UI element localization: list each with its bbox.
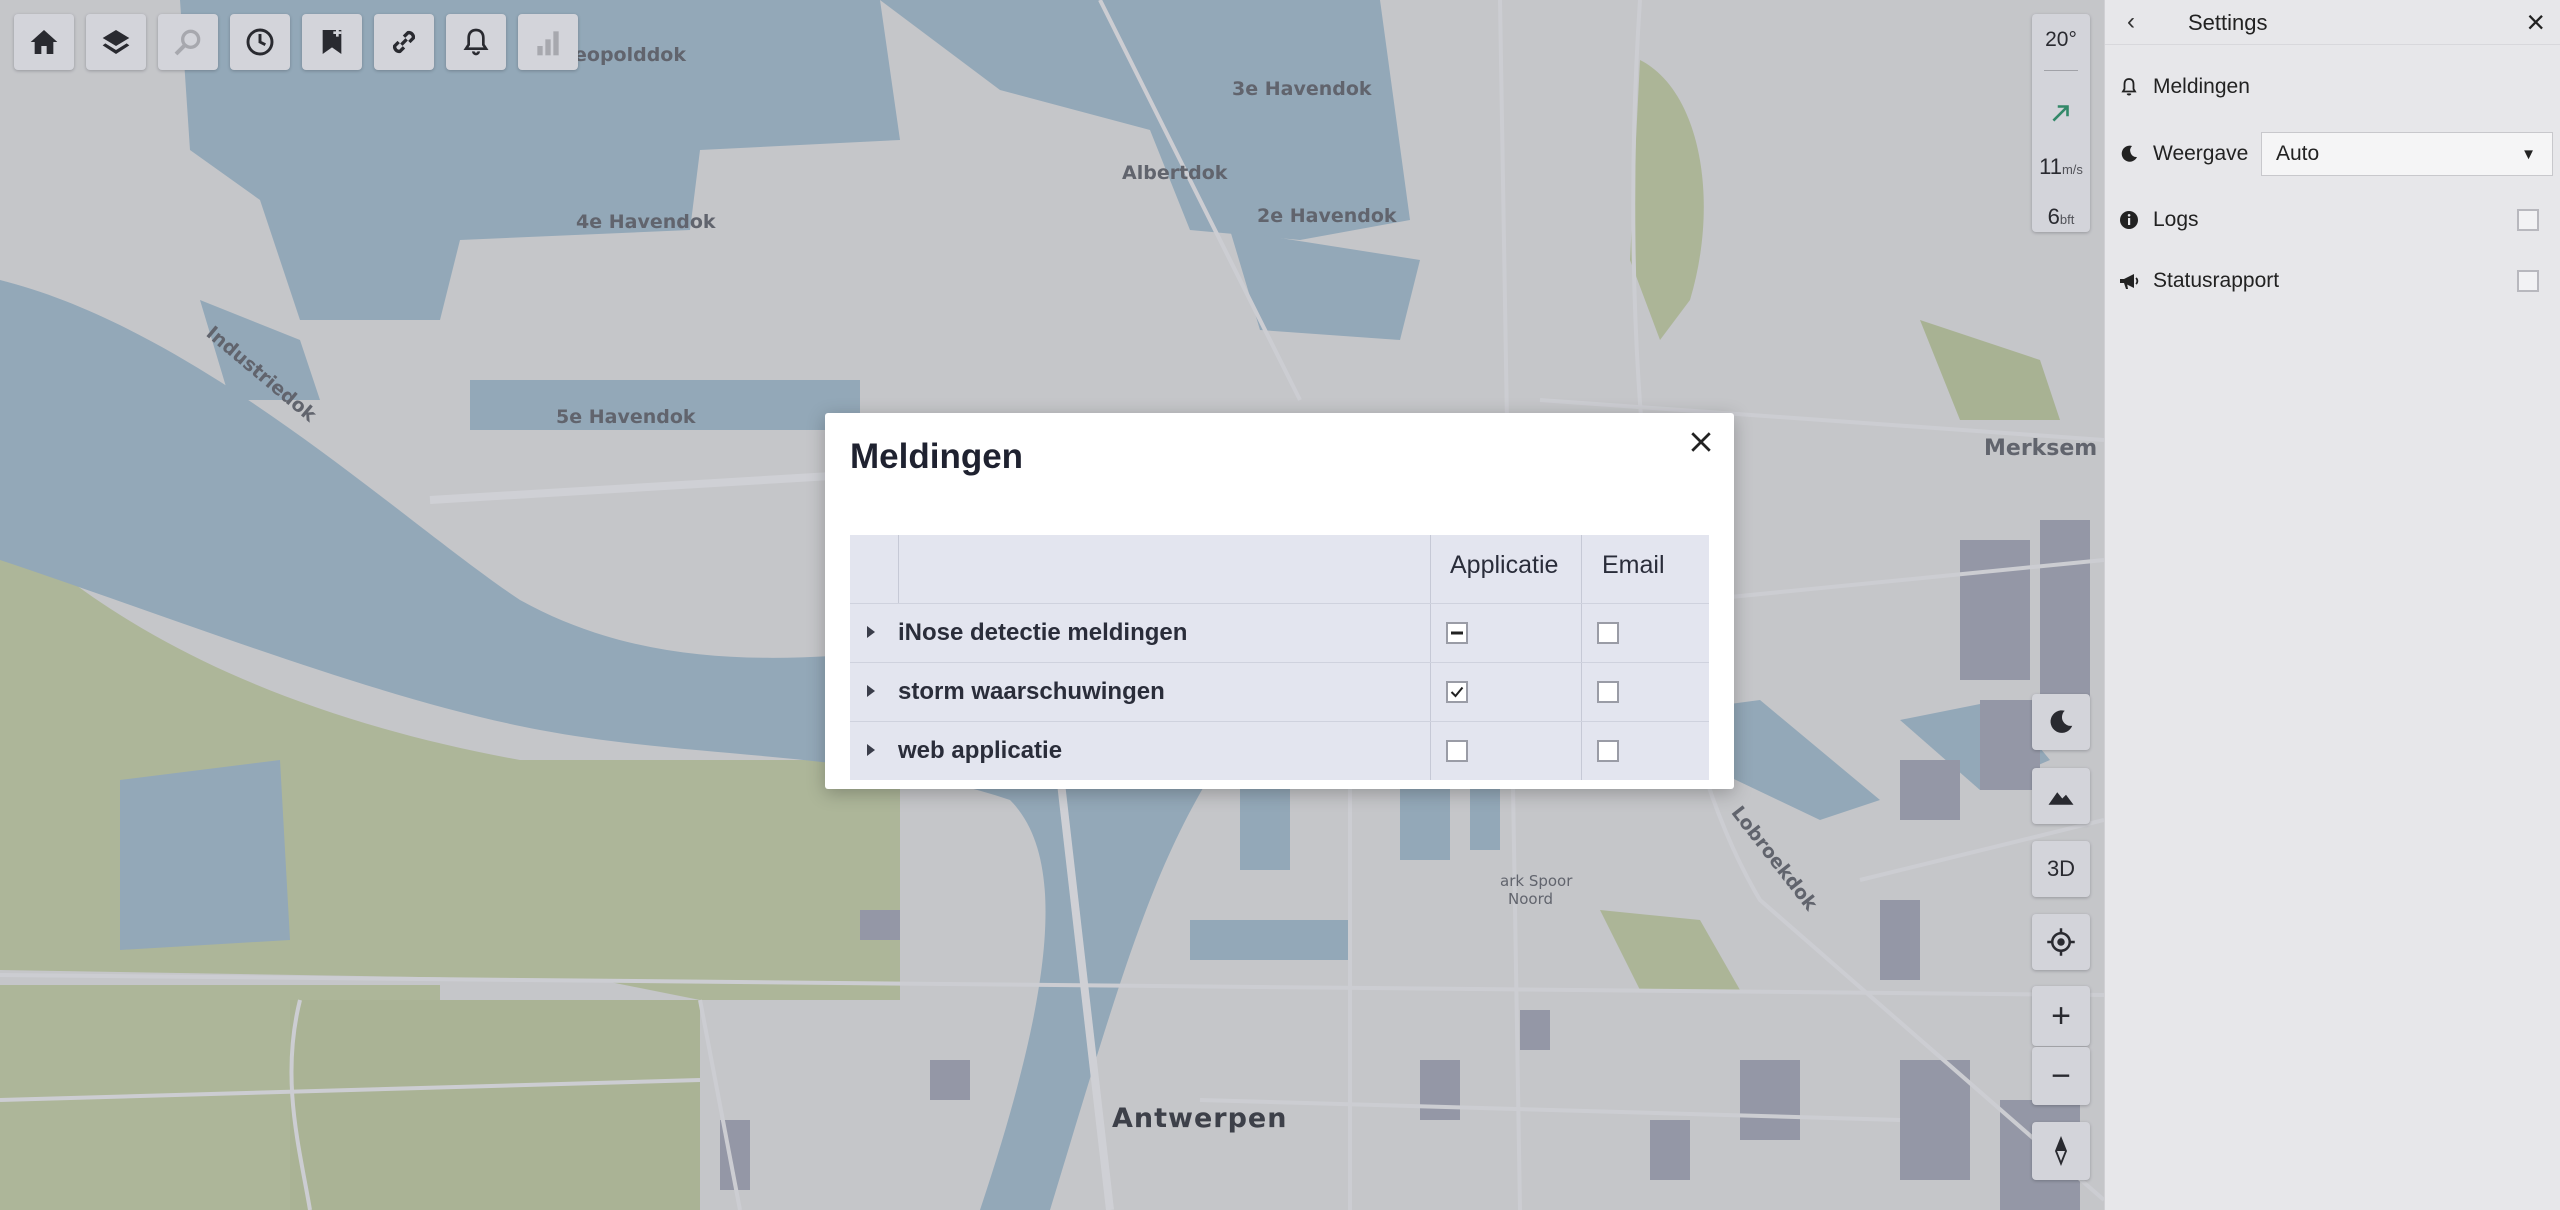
table-row: iNose detectie meldingen	[850, 603, 1709, 662]
bell-icon	[2121, 78, 2137, 96]
notification-table: Applicatie Email iNose detectie meldinge…	[850, 535, 1709, 780]
row-label: web applicatie	[898, 737, 1063, 764]
table-row: storm waarschuwingen	[850, 662, 1709, 721]
email-checkbox[interactable]	[1597, 740, 1619, 762]
settings-item-label: Statusrapport	[2153, 269, 2280, 292]
close-icon[interactable]	[1686, 427, 1716, 457]
table-row: web applicatie	[850, 721, 1709, 780]
info-icon	[2120, 211, 2138, 229]
caret-down-icon: ▼	[2521, 145, 2536, 163]
logs-checkbox[interactable]	[2517, 209, 2539, 231]
email-checkbox[interactable]	[1597, 681, 1619, 703]
settings-panel: ‹ Settings × Meldingen Weergave Auto ▼ L…	[2104, 0, 2560, 1210]
settings-item-label: Meldingen	[2153, 75, 2250, 98]
table-header: Applicatie Email	[850, 535, 1709, 603]
close-icon[interactable]: ×	[2526, 4, 2545, 41]
settings-item-statusrapport[interactable]: Statusrapport	[2105, 253, 2560, 309]
moon-icon	[2121, 145, 2137, 162]
weergave-select-value: Auto	[2276, 142, 2320, 165]
applicatie-checkbox-indeterminate[interactable]	[1446, 622, 1468, 644]
column-header-applicatie: Applicatie	[1450, 551, 1559, 579]
column-header-email: Email	[1602, 551, 1665, 579]
settings-item-meldingen[interactable]: Meldingen	[2105, 59, 2560, 115]
meldingen-dialog: Meldingen Applicatie Email iNose detecti…	[825, 413, 1734, 789]
statusrapport-checkbox[interactable]	[2517, 270, 2539, 292]
settings-item-logs[interactable]: Logs	[2105, 192, 2560, 248]
settings-item-label: Weergave	[2153, 142, 2249, 165]
chevron-left-icon[interactable]: ‹	[2127, 8, 2135, 36]
settings-title: Settings	[2188, 10, 2268, 35]
expand-arrow-icon[interactable]	[867, 685, 875, 697]
weergave-select[interactable]: Auto ▼	[2261, 132, 2553, 176]
row-label: storm waarschuwingen	[898, 678, 1165, 705]
dialog-title: Meldingen	[850, 437, 1024, 476]
email-checkbox[interactable]	[1597, 622, 1619, 644]
applicatie-checkbox[interactable]	[1446, 740, 1468, 762]
row-label: iNose detectie meldingen	[898, 619, 1188, 646]
applicatie-checkbox-checked[interactable]	[1446, 681, 1468, 703]
settings-header: ‹ Settings ×	[2105, 0, 2560, 45]
megaphone-icon	[2120, 274, 2139, 289]
settings-item-weergave: Weergave Auto ▼	[2105, 126, 2560, 182]
expand-arrow-icon[interactable]	[867, 626, 875, 638]
expand-arrow-icon[interactable]	[867, 744, 875, 756]
settings-item-label: Logs	[2153, 208, 2199, 231]
